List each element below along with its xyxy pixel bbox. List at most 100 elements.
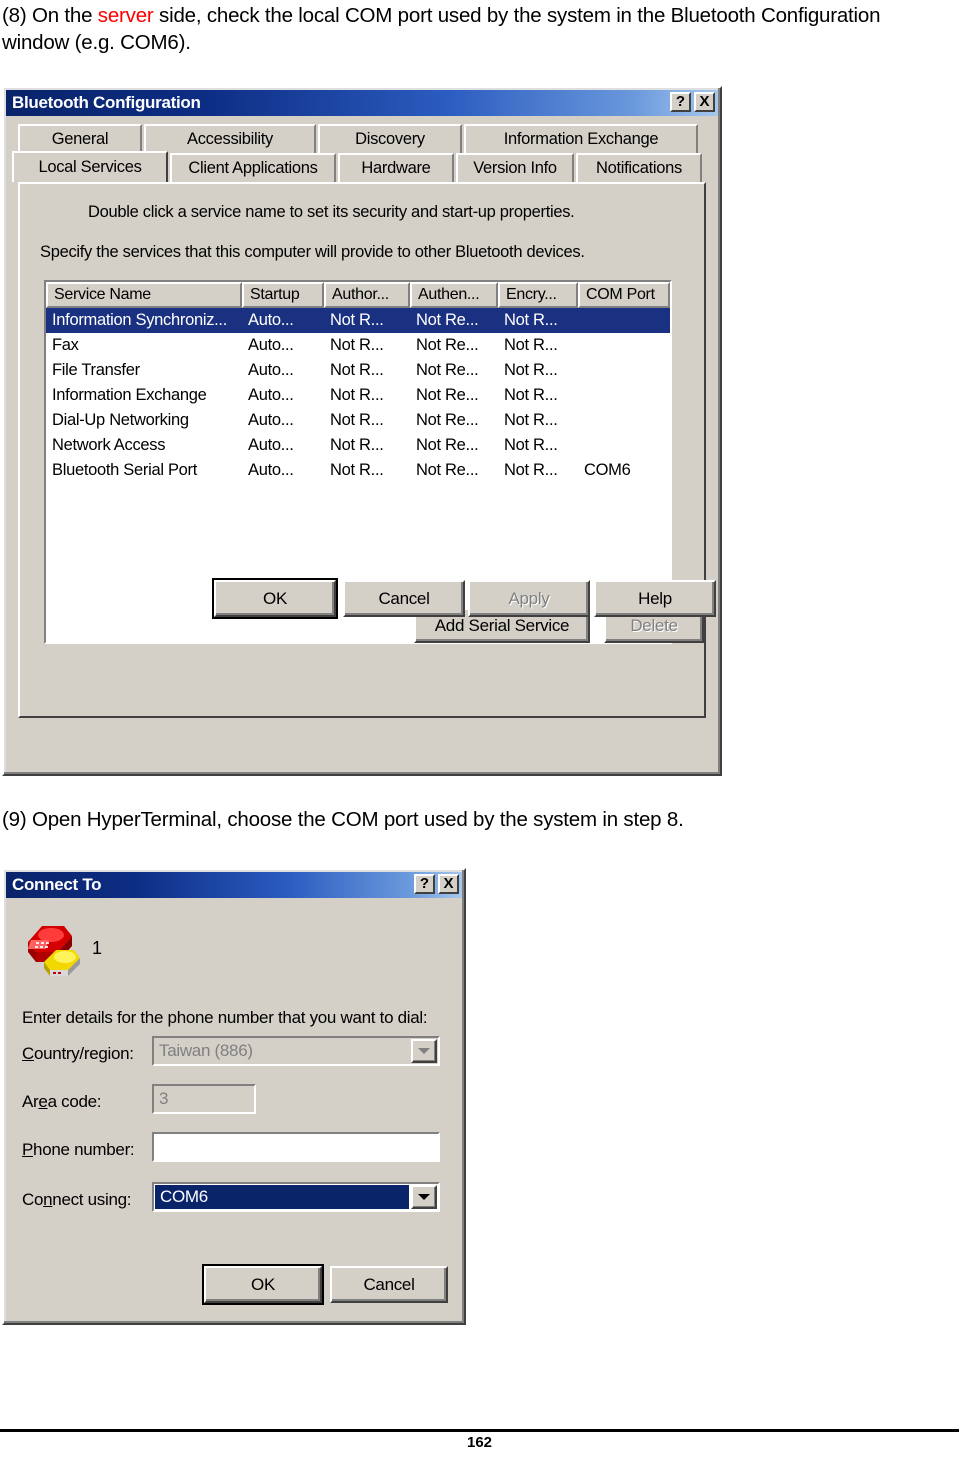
cell-service-name: Fax [52, 336, 79, 354]
tab-hardware[interactable]: Hardware [338, 153, 454, 182]
cell-service-name: Information Synchroniz... [52, 311, 227, 329]
cell-startup: Auto... [248, 311, 294, 329]
cell-authentication: Not Re... [416, 361, 479, 379]
local-services-panel: Double click a service name to set its s… [18, 182, 706, 718]
column-header-startup[interactable]: Startup [242, 282, 324, 308]
cell-authorization: Not R... [330, 311, 384, 329]
tab-client-applications[interactable]: Client Applications [170, 153, 336, 182]
cell-authorization: Not R... [330, 361, 384, 379]
cell-authorization: Not R... [330, 461, 384, 479]
cell-authentication: Not Re... [416, 461, 479, 479]
country-region-value: Taiwan (886) [159, 1041, 253, 1060]
cell-encryption: Not R... [504, 311, 558, 329]
cell-authorization: Not R... [330, 411, 384, 429]
step-8-accent-word: server [97, 4, 154, 27]
tab-version-info[interactable]: Version Info [456, 153, 574, 182]
column-header-com-port[interactable]: COM Port [578, 282, 670, 308]
ok-button[interactable]: OK [202, 1264, 324, 1305]
listview-rows: Information Synchroniz... Auto... Not R.… [46, 308, 670, 483]
column-header-encryption[interactable]: Encry... [498, 282, 578, 308]
table-row[interactable]: Dial-Up Networking Auto... Not R... Not … [46, 408, 670, 433]
bluetooth-title-buttons: ? X [670, 92, 715, 112]
cell-authentication: Not Re... [416, 386, 479, 404]
step-8-paragraph: (8) On the server side, check the local … [2, 2, 952, 56]
connect-title-buttons: ? X [414, 874, 459, 894]
table-row[interactable]: Information Synchroniz... Auto... Not R.… [46, 308, 670, 333]
connect-to-dialog: Connect To ? X 1 Enter details for the p… [2, 868, 466, 1325]
phone-number-field[interactable] [152, 1132, 440, 1162]
tab-general[interactable]: General [18, 124, 142, 153]
connect-using-combo[interactable]: COM6 [152, 1182, 440, 1212]
cell-encryption: Not R... [504, 461, 558, 479]
cell-encryption: Not R... [504, 411, 558, 429]
cell-authorization: Not R... [330, 336, 384, 354]
column-header-service-name[interactable]: Service Name [46, 282, 242, 308]
footer-divider [0, 1429, 959, 1432]
area-code-field: 3 [152, 1084, 256, 1114]
close-icon[interactable]: X [438, 874, 459, 894]
page-number: 162 [466, 1434, 493, 1451]
country-region-combo: Taiwan (886) [152, 1036, 440, 1066]
help-button[interactable]: Help [594, 580, 716, 617]
country-region-label: Country/region: [22, 1044, 134, 1063]
connect-dialog-title: Connect To [12, 875, 102, 894]
cell-startup: Auto... [248, 361, 294, 379]
chevron-down-icon[interactable] [411, 1185, 437, 1209]
cell-service-name: Bluetooth Serial Port [52, 461, 198, 479]
tab-local-services[interactable]: Local Services [12, 151, 168, 182]
column-header-authorization[interactable]: Author... [324, 282, 410, 308]
double-click-hint: Double click a service name to set its s… [88, 203, 575, 221]
apply-button: Apply [468, 580, 590, 617]
cell-authorization: Not R... [330, 386, 384, 404]
cell-authentication: Not Re... [416, 411, 479, 429]
cell-startup: Auto... [248, 386, 294, 404]
step-9-paragraph: (9) Open HyperTerminal, choose the COM p… [2, 808, 684, 831]
bluetooth-tabs-row-2: Local Services Client Applications Hardw… [4, 151, 720, 182]
cell-startup: Auto... [248, 336, 294, 354]
tab-discovery[interactable]: Discovery [318, 124, 462, 153]
specify-services-hint: Specify the services that this computer … [40, 243, 585, 261]
cell-startup: Auto... [248, 461, 294, 479]
cell-encryption: Not R... [504, 361, 558, 379]
dial-prompt-text: Enter details for the phone number that … [22, 1008, 428, 1027]
listview-header-row: Service Name Startup Author... Authen...… [46, 282, 670, 308]
connection-name: 1 [92, 938, 103, 958]
cell-encryption: Not R... [504, 386, 558, 404]
cell-authentication: Not Re... [416, 436, 479, 454]
step-8-prefix: (8) On the [2, 4, 98, 27]
connect-using-label: Connect using: [22, 1190, 132, 1209]
cell-encryption: Not R... [504, 436, 558, 454]
area-code-label: Area code: [22, 1092, 102, 1111]
phone-number-label: Phone number: [22, 1140, 135, 1159]
cell-encryption: Not R... [504, 336, 558, 354]
table-row[interactable]: Fax Auto... Not R... Not Re... Not R... [46, 333, 670, 358]
ok-button[interactable]: OK [212, 578, 338, 619]
cancel-button[interactable]: Cancel [343, 580, 465, 617]
table-row[interactable]: Network Access Auto... Not R... Not Re..… [46, 433, 670, 458]
cell-service-name: Dial-Up Networking [52, 411, 189, 429]
help-icon[interactable]: ? [414, 874, 435, 894]
cell-com-port: COM6 [584, 461, 631, 479]
close-icon[interactable]: X [694, 92, 715, 112]
cell-service-name: Network Access [52, 436, 166, 454]
cell-startup: Auto... [248, 436, 294, 454]
bluetooth-configuration-dialog: Bluetooth Configuration ? X General Acce… [2, 86, 722, 776]
connect-dialog-titlebar: Connect To ? X [6, 872, 462, 898]
connect-using-value: COM6 [155, 1185, 409, 1209]
bluetooth-dialog-title: Bluetooth Configuration [12, 93, 201, 112]
cell-startup: Auto... [248, 411, 294, 429]
cancel-button[interactable]: Cancel [330, 1266, 448, 1303]
help-icon[interactable]: ? [670, 92, 691, 112]
tab-information-exchange[interactable]: Information Exchange [464, 124, 698, 153]
telephone-icon [22, 918, 88, 980]
column-header-authentication[interactable]: Authen... [410, 282, 498, 308]
tab-accessibility[interactable]: Accessibility [144, 124, 316, 153]
tab-notifications[interactable]: Notifications [576, 153, 702, 182]
cell-service-name: File Transfer [52, 361, 140, 379]
table-row[interactable]: Bluetooth Serial Port Auto... Not R... N… [46, 458, 670, 483]
cell-authorization: Not R... [330, 436, 384, 454]
cell-authentication: Not Re... [416, 311, 479, 329]
table-row[interactable]: File Transfer Auto... Not R... Not Re...… [46, 358, 670, 383]
chevron-down-icon [411, 1039, 437, 1063]
table-row[interactable]: Information Exchange Auto... Not R... No… [46, 383, 670, 408]
